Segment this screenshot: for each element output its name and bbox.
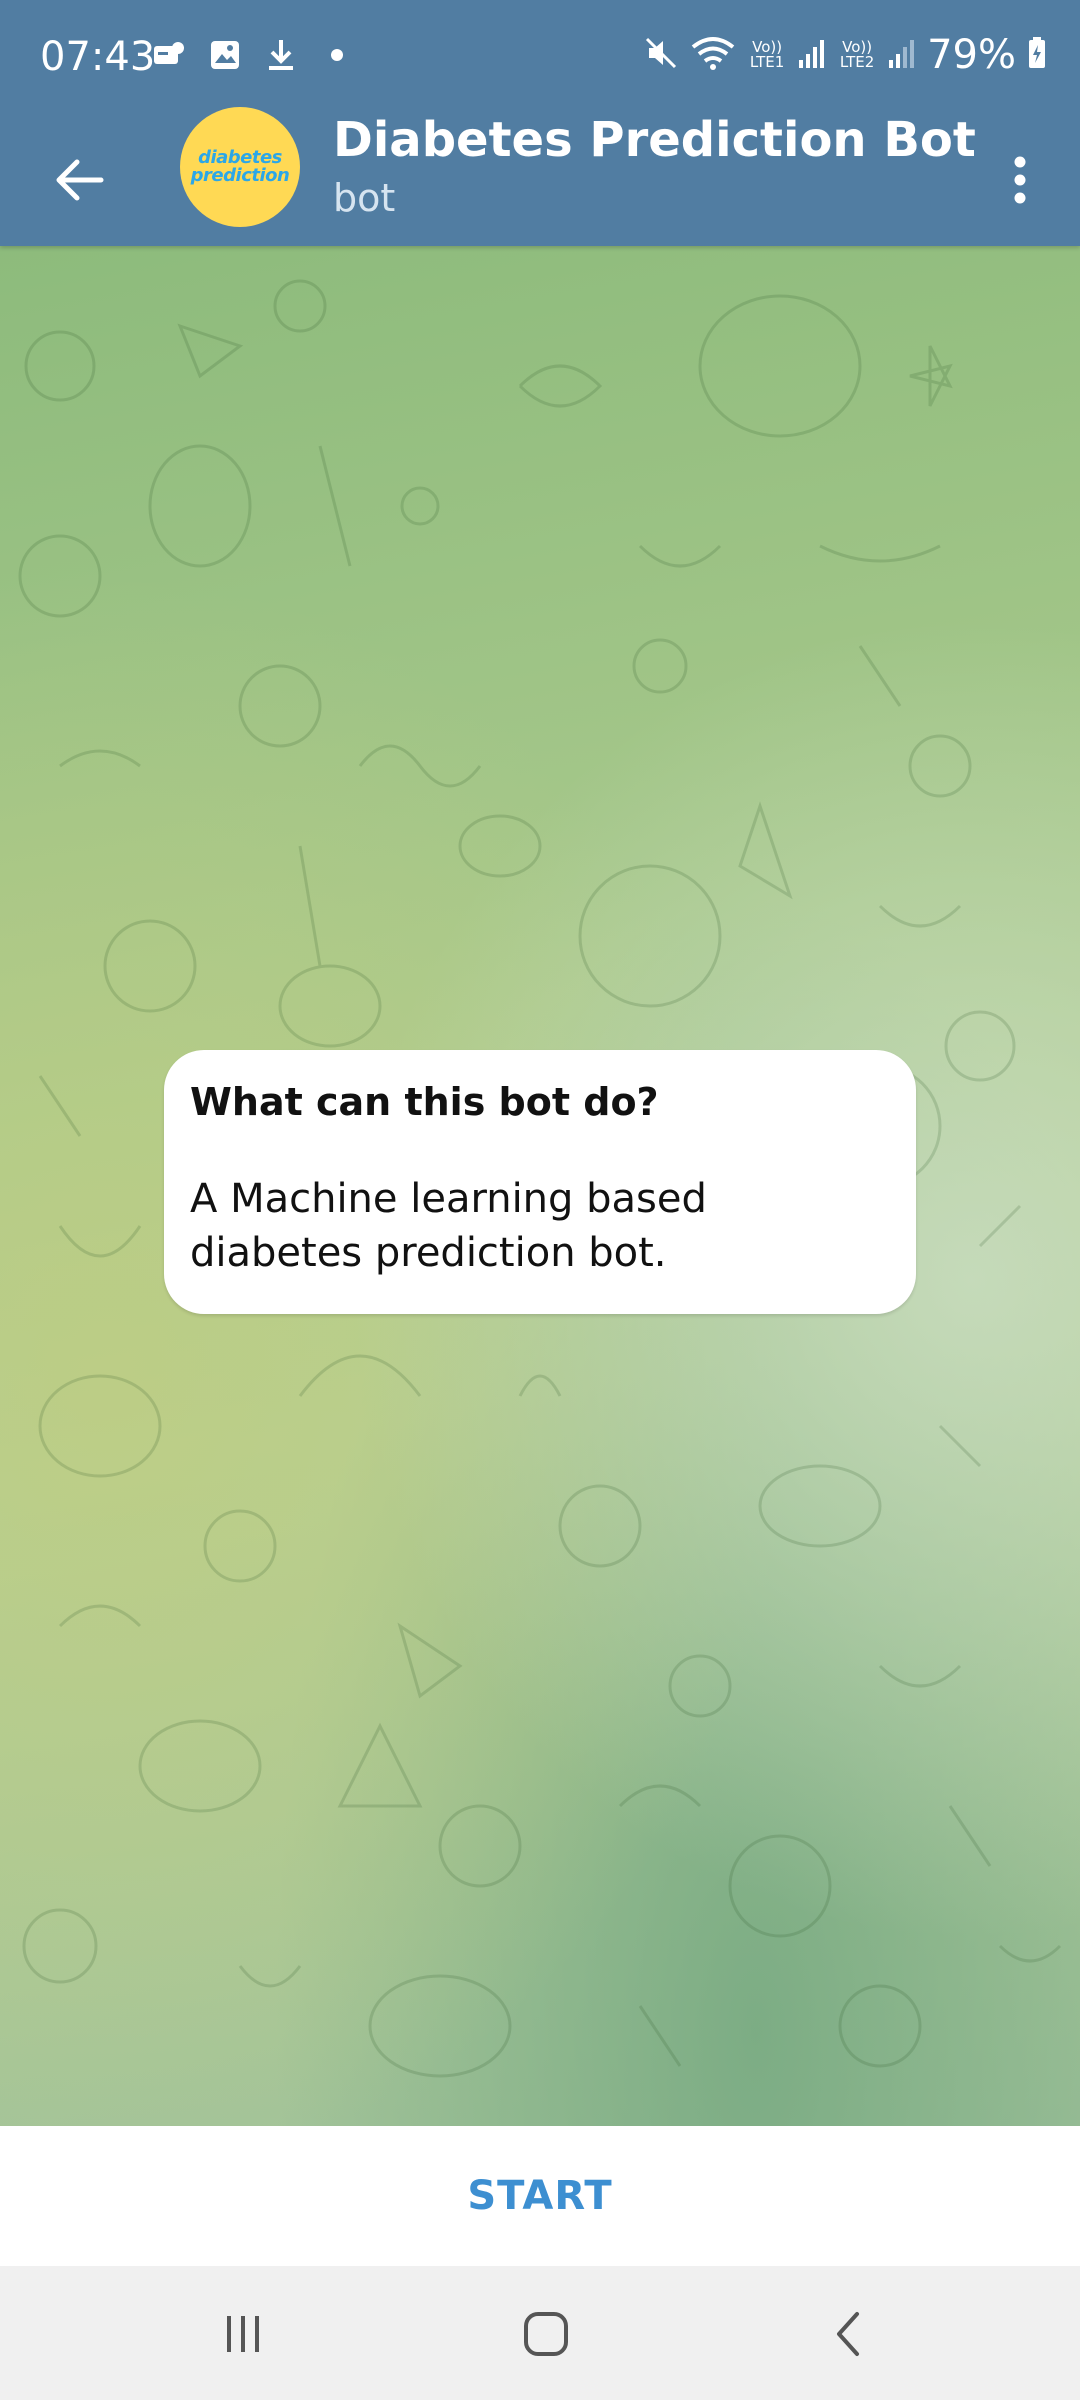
signal-1-icon — [799, 38, 825, 72]
start-button[interactable]: START — [407, 2153, 672, 2239]
signal-2-icon — [889, 38, 915, 72]
dot-icon — [320, 38, 354, 72]
back-button[interactable] — [40, 142, 120, 222]
chat-subtitle: bot — [333, 176, 396, 220]
bubble-body: A Machine learning based diabetes predic… — [190, 1176, 707, 1276]
status-bar: 07:43 Vo)) LTE1 Vo)) LTE2 79% — [0, 0, 1080, 120]
home-button[interactable] — [506, 2296, 586, 2376]
recents-button[interactable] — [203, 2296, 283, 2376]
more-options-button[interactable] — [990, 142, 1050, 222]
recents-icon — [221, 2312, 265, 2360]
chat-area: What can this bot do? A Machine learning… — [0, 246, 1080, 2126]
mute-icon — [643, 35, 679, 75]
lte2-label: Vo)) LTE2 — [839, 38, 875, 71]
avatar-logo-text: diabetes prediction — [190, 147, 290, 186]
more-vert-icon — [1013, 155, 1027, 209]
status-system-icons: Vo)) LTE1 Vo)) LTE2 79% — [643, 32, 1046, 78]
bot-description-bubble: What can this bot do? A Machine learning… — [164, 1050, 916, 1314]
chat-title[interactable]: Diabetes Prediction Bot — [333, 112, 976, 168]
download-icon — [264, 38, 298, 72]
system-navigation-bar — [0, 2266, 1080, 2400]
nav-back-icon — [833, 2310, 863, 2362]
start-bar: START — [0, 2126, 1080, 2266]
wifi-icon — [691, 35, 735, 75]
status-time: 07:43 — [40, 34, 156, 80]
home-icon — [522, 2310, 570, 2362]
chat-header: diabetes prediction Diabetes Prediction … — [0, 107, 1080, 246]
notification-badge-icon — [152, 38, 186, 72]
nav-back-button[interactable] — [808, 2296, 888, 2376]
arrow-left-icon — [55, 158, 105, 206]
battery-icon — [1028, 37, 1046, 73]
battery-percent: 79% — [927, 32, 1016, 78]
image-icon — [208, 38, 242, 72]
lte1-label: Vo)) LTE1 — [749, 38, 785, 71]
bubble-title: What can this bot do? — [190, 1080, 659, 1124]
bot-avatar[interactable]: diabetes prediction — [180, 107, 300, 227]
app-header: 07:43 Vo)) LTE1 Vo)) LTE2 79% diabetes p… — [0, 0, 1080, 246]
status-notification-icons — [152, 38, 354, 72]
